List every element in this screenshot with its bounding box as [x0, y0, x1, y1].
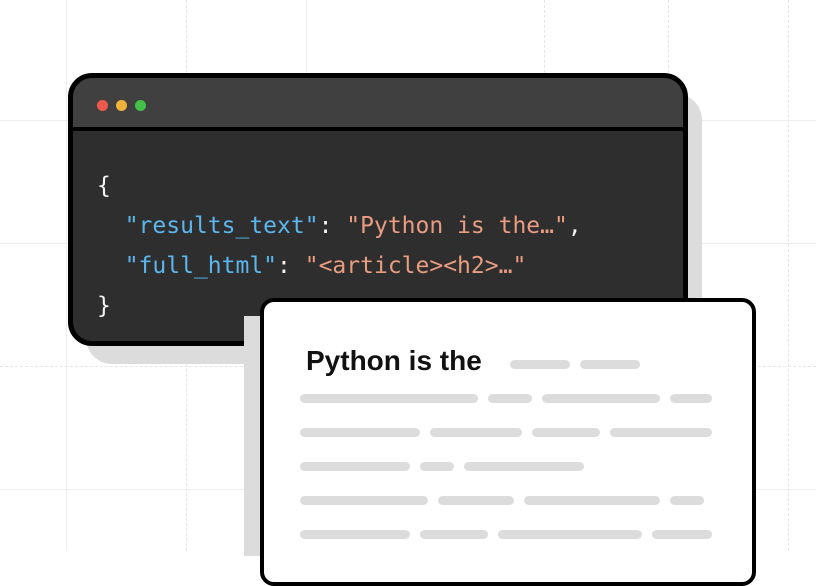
json-key-results-text: "results_text" [124, 213, 319, 239]
json-separator: : [318, 213, 347, 239]
placeholder-line [670, 496, 704, 505]
json-value-full-html: "<article><h2>…" [304, 253, 527, 279]
placeholder-line [300, 428, 420, 437]
maximize-dot-icon[interactable] [135, 100, 146, 111]
json-key-full-html: "full_html" [124, 253, 278, 279]
placeholder-line [542, 394, 660, 403]
headline-row: Python is the [306, 344, 482, 378]
placeholder-line [580, 360, 640, 369]
placeholder-line [300, 496, 428, 505]
placeholder-line [524, 496, 660, 505]
placeholder-line [420, 530, 488, 539]
placeholder-line [300, 394, 478, 403]
placeholder-line [300, 530, 410, 539]
minimize-dot-icon[interactable] [116, 100, 127, 111]
close-dot-icon[interactable] [97, 100, 108, 111]
placeholder-line [652, 530, 712, 539]
brace-open: { [97, 173, 111, 199]
article-headline: Python is the [306, 345, 482, 376]
placeholder-line [498, 530, 642, 539]
placeholder-line [510, 360, 570, 369]
placeholder-line [464, 462, 584, 471]
placeholder-line [670, 394, 712, 403]
json-code-block: { "results_text": "Python is the…", "ful… [73, 131, 683, 326]
article-card: Python is the [260, 298, 756, 586]
placeholder-line [610, 428, 712, 437]
json-separator: : [277, 253, 305, 279]
brace-close: } [97, 293, 111, 319]
placeholder-line [420, 462, 454, 471]
json-value-results-text: "Python is the…" [346, 213, 568, 239]
json-comma: , [567, 213, 582, 239]
placeholder-line [438, 496, 514, 505]
placeholder-line [532, 428, 600, 437]
placeholder-line [430, 428, 522, 437]
placeholder-line [300, 462, 410, 471]
placeholder-line [488, 394, 532, 403]
grid-line [788, 0, 789, 551]
window-titlebar [73, 78, 683, 131]
grid-line [66, 0, 67, 551]
